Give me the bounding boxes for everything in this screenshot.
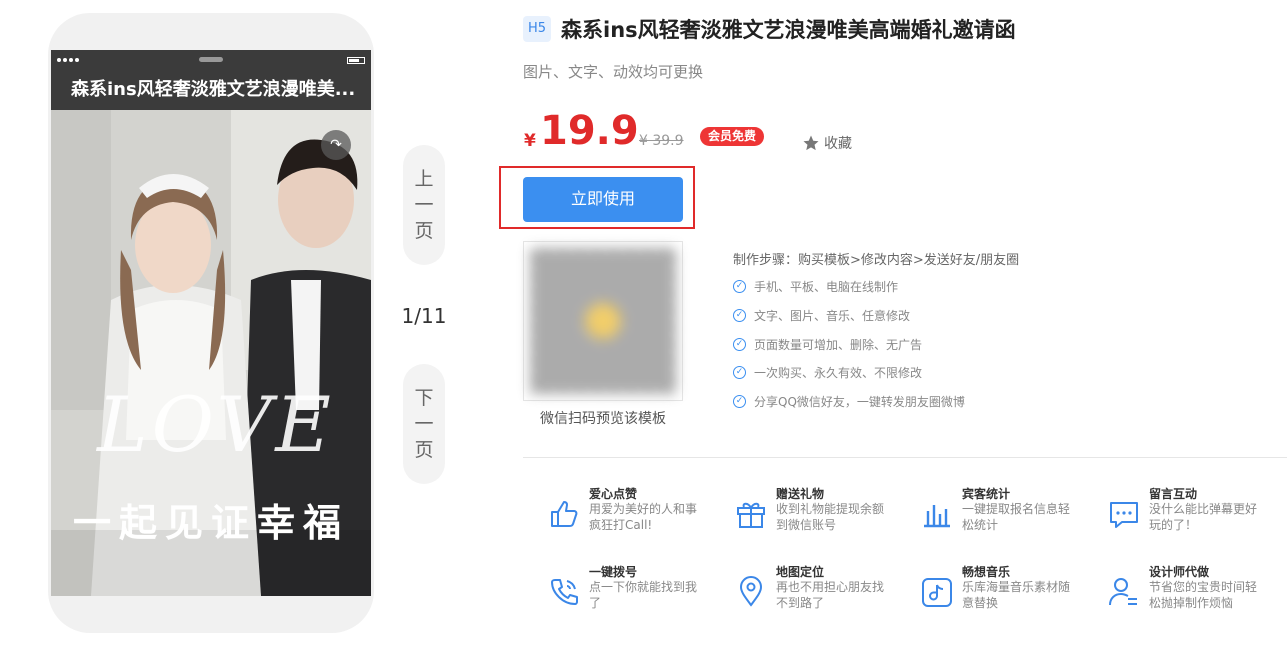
feature-message: 留言互动 没什么能比弹幕更好玩的了！ [1107,485,1287,541]
steps-title: 制作步骤：购买模板>修改内容>发送好友/朋友圈 [733,253,1020,268]
signal-icon [57,58,79,62]
next-page-char: 一 [414,413,434,435]
h5-badge: H5 [523,16,551,42]
battery-icon [347,57,365,64]
check-icon: ✓ [733,309,746,322]
prev-page-char: 一 [414,194,434,216]
preview-title: 森系ins风轻奢淡雅文艺浪漫唯美... [71,79,356,100]
step-item: ✓ 一次购买、永久有效、不限修改 [733,364,922,381]
phone-icon [551,579,578,605]
check-icon: ✓ [733,338,746,351]
vip-free-badge: 会员免费 [700,127,765,146]
thumbs-up-icon [551,501,578,527]
product-subtitle: 图片、文字、动效均可更换 [523,63,704,81]
check-icon: ✓ [733,366,746,379]
feature-desc: 节省您的宝贵时间轻松抛掉制作烦恼 [1149,580,1258,610]
star-icon [803,135,819,151]
page-counter: 1/11 [401,304,447,328]
slogan-text: 一起见证幸福 [72,501,349,545]
speaker-notch [199,57,223,62]
designer-icon [1109,578,1137,606]
qr-code [523,241,683,401]
product-title: 森系ins风轻奢淡雅文艺浪漫唯美高端婚礼邀请函 [561,18,1016,42]
feature-designer: 设计师代做 节省您的宝贵时间轻松抛掉制作烦恼 [1107,563,1287,619]
check-icon: ✓ [733,395,746,408]
next-page-button[interactable]: 下 一 页 [403,364,445,484]
prev-page-char: 页 [414,220,434,242]
step-text: 页面数量可增加、删除、无广告 [754,338,923,352]
feature-desc: 乐库海量音乐素材随意替换 [962,580,1071,610]
favorite-button[interactable]: 收藏 [802,133,852,153]
feature-stats: 宾客统计 一键提取报名信息轻松统计 [920,485,1100,541]
feature-name: 爱心点赞 [589,487,638,501]
check-icon: ✓ [733,280,746,293]
feature-name: 地图定位 [776,565,825,579]
phone-screen: 森系ins风轻奢淡雅文艺浪漫唯美... ↷ LOVE 一起见证幸福 [51,50,371,596]
feature-call: 一键拨号 点一下你就能找到我了 [547,563,727,619]
bar-chart-icon [924,505,950,528]
share-icon[interactable]: ↷ [321,130,351,160]
feature-map: 地图定位 再也不用担心朋友找不到路了 [734,563,914,619]
original-price: ¥ 39.9 [639,133,684,149]
currency-symbol: ¥ [524,131,536,151]
feature-desc: 用爱为美好的人和事疯狂打Call! [589,502,698,532]
step-text: 手机、平板、电脑在线制作 [754,280,899,294]
feature-music: 畅想音乐 乐库海量音乐素材随意替换 [920,563,1100,619]
message-icon [1110,502,1138,528]
section-divider [523,457,1287,458]
feature-name: 留言互动 [1149,487,1198,501]
love-script: LOVE [97,380,335,469]
step-item: ✓ 页面数量可增加、删除、无广告 [733,336,922,353]
step-text: 一次购买、永久有效、不限修改 [754,366,923,380]
music-icon [922,578,952,607]
use-now-button[interactable]: 立即使用 [523,177,683,222]
wedding-photo: ↷ LOVE 一起见证幸福 [51,110,371,596]
feature-desc: 一键提取报名信息轻松统计 [962,502,1071,532]
feature-name: 宾客统计 [962,487,1011,501]
step-item: ✓ 分享QQ微信好友，一键转发朋友圈微博 [733,393,965,410]
step-item: ✓ 文字、图片、音乐、任意修改 [733,307,910,324]
feature-name: 一键拨号 [589,565,638,579]
feature-desc: 点一下你就能找到我了 [589,580,698,610]
feature-like: 爱心点赞 用爱为美好的人和事疯狂打Call! [547,485,727,541]
feature-name: 设计师代做 [1149,565,1210,579]
step-text: 文字、图片、音乐、任意修改 [754,309,911,323]
feature-gift: 赠送礼物 收到礼物能提现余额到微信账号 [734,485,914,541]
favorite-label: 收藏 [824,136,852,152]
feature-desc: 收到礼物能提现余额到微信账号 [776,502,885,532]
step-item: ✓ 手机、平板、电脑在线制作 [733,278,898,295]
gift-icon [737,502,765,528]
feature-name: 赠送礼物 [776,487,825,501]
qr-caption: 微信扫码预览该模板 [540,411,666,427]
prev-page-char: 上 [414,168,434,190]
price: 19.9 [540,108,639,154]
prev-page-button[interactable]: 上 一 页 [403,145,445,265]
next-page-char: 下 [414,387,434,409]
map-pin-icon [739,576,763,607]
status-bar [51,50,371,70]
feature-desc: 没什么能比弹幕更好玩的了！ [1149,502,1258,532]
step-text: 分享QQ微信好友，一键转发朋友圈微博 [754,395,965,409]
next-page-char: 页 [414,439,434,461]
qr-code-image [530,248,676,394]
feature-desc: 再也不用担心朋友找不到路了 [776,580,885,610]
feature-name: 畅想音乐 [962,565,1011,579]
